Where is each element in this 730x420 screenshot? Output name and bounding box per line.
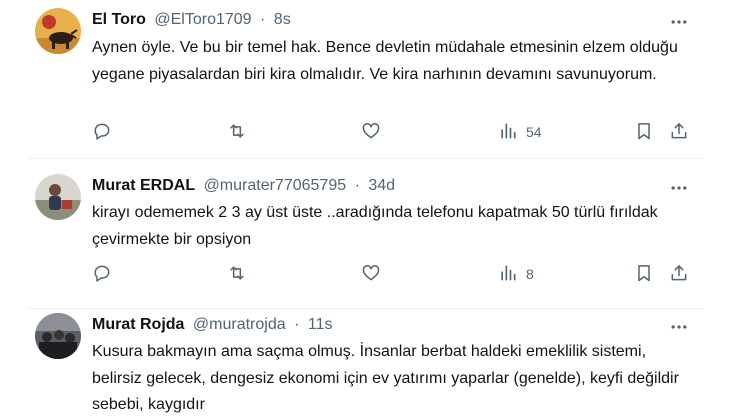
like-button[interactable] xyxy=(361,263,381,285)
share-icon xyxy=(669,263,689,286)
share-button[interactable] xyxy=(669,263,689,285)
timestamp[interactable]: 11s xyxy=(308,316,333,333)
views-icon xyxy=(498,121,518,144)
retweet-icon xyxy=(227,263,247,286)
timestamp[interactable]: 34d xyxy=(368,177,395,194)
tweet-header: Murat ERDAL @murater77065795 · 34d xyxy=(92,177,395,195)
views-button[interactable]: 8 xyxy=(498,263,534,285)
views-icon xyxy=(498,263,518,286)
tweet-actions: 54 xyxy=(92,121,692,143)
display-name[interactable]: El Toro xyxy=(92,11,146,28)
retweet-icon xyxy=(227,121,247,144)
reply-icon xyxy=(92,263,112,286)
user-handle[interactable]: @ElToro1709 xyxy=(154,11,251,28)
bookmark-button[interactable] xyxy=(634,263,654,285)
tweet-header: El Toro @ElToro1709 · 8s xyxy=(92,11,291,29)
tweet-header: Murat Rojda @muratrojda · 11s xyxy=(92,316,332,334)
more-icon[interactable] xyxy=(668,11,690,33)
reply-button[interactable] xyxy=(92,121,112,143)
heart-icon xyxy=(361,263,381,286)
timestamp[interactable]: 8s xyxy=(274,11,291,28)
more-icon[interactable] xyxy=(668,177,690,199)
heart-icon xyxy=(361,121,381,144)
tweet-text: kirayı odememek 2 3 ay üst üste ..aradığ… xyxy=(92,204,658,248)
reply-button[interactable] xyxy=(92,263,112,285)
share-button[interactable] xyxy=(669,121,689,143)
like-button[interactable] xyxy=(361,121,381,143)
views-count: 54 xyxy=(526,124,542,140)
share-icon xyxy=(669,121,689,144)
tweet[interactable]: El Toro @ElToro1709 · 8s Aynen öyle. Ve … xyxy=(0,0,730,158)
bookmark-icon xyxy=(634,263,654,286)
bookmark-button[interactable] xyxy=(634,121,654,143)
separator: · xyxy=(294,316,300,333)
display-name[interactable]: Murat ERDAL xyxy=(92,177,195,194)
reply-icon xyxy=(92,121,112,144)
views-button[interactable]: 54 xyxy=(498,121,542,143)
separator: · xyxy=(354,177,360,194)
avatar[interactable] xyxy=(35,174,81,220)
user-handle[interactable]: @muratrojda xyxy=(193,316,286,333)
retweet-button[interactable] xyxy=(227,121,247,143)
avatar[interactable] xyxy=(35,313,81,359)
more-icon[interactable] xyxy=(668,316,690,338)
user-handle[interactable]: @murater77065795 xyxy=(204,177,347,194)
separator: · xyxy=(260,11,266,28)
retweet-button[interactable] xyxy=(227,263,247,285)
avatar[interactable] xyxy=(35,8,81,54)
tweet[interactable]: Murat ERDAL @murater77065795 · 34d kiray… xyxy=(0,159,730,308)
tweet-text: Aynen öyle. Ve bu bir temel hak. Bence d… xyxy=(92,39,678,83)
views-count: 8 xyxy=(526,266,534,282)
tweet[interactable]: Murat Rojda @muratrojda · 11s Kusura bak… xyxy=(0,309,730,420)
bookmark-icon xyxy=(634,121,654,144)
display-name[interactable]: Murat Rojda xyxy=(92,316,184,333)
tweet-text: Kusura bakmayın ama saçma olmuş. İnsanla… xyxy=(92,343,679,413)
tweet-actions: 8 xyxy=(92,263,692,285)
